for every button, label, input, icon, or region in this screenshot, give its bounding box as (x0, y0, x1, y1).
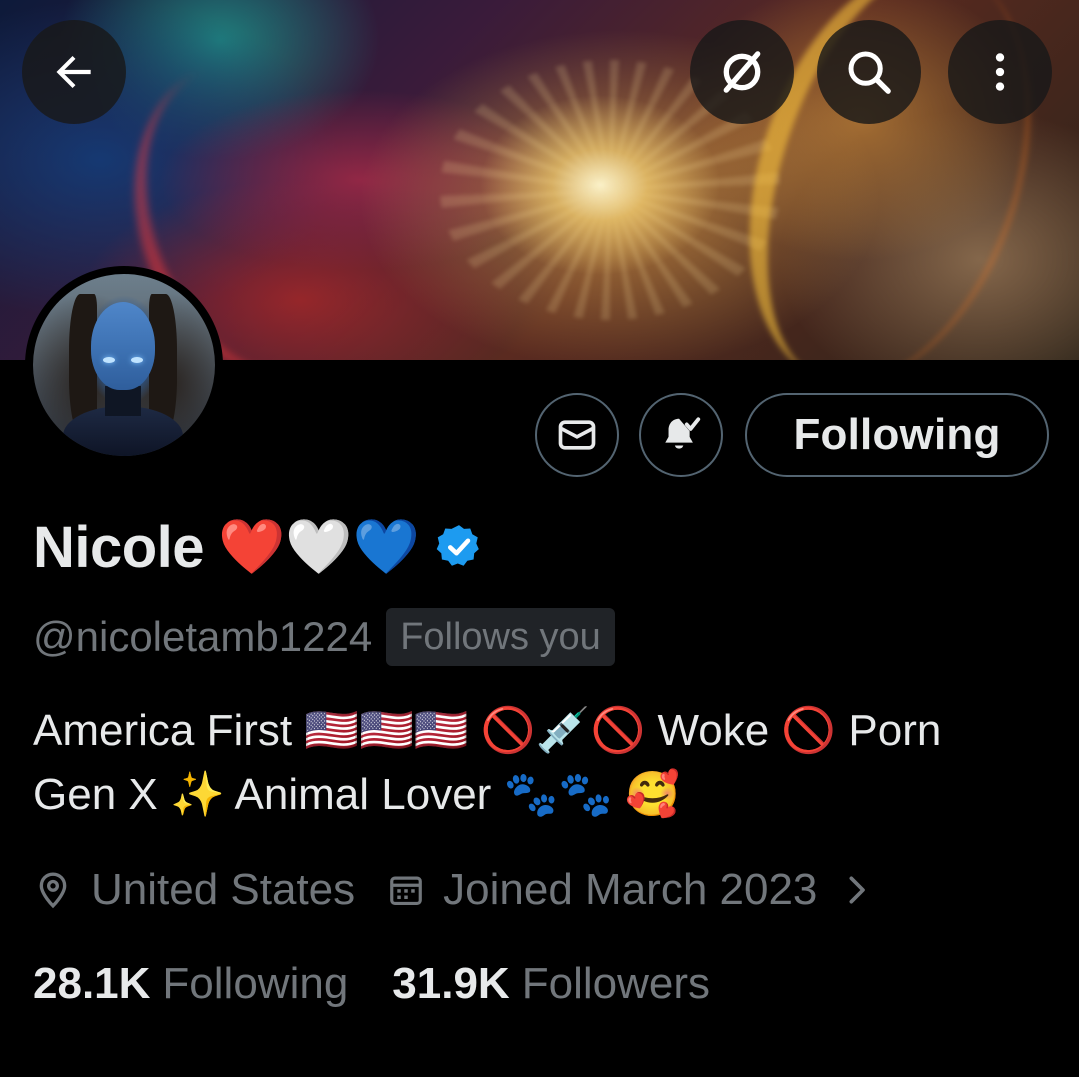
followers-count: 31.9K (392, 959, 510, 1008)
calendar-icon (390, 876, 422, 906)
notifications-button[interactable] (639, 393, 723, 477)
follow-stats: 28.1K Following 31.9K Followers (33, 954, 710, 1014)
following-button[interactable]: Following (745, 393, 1049, 477)
following-stat[interactable]: 28.1K Following (33, 959, 348, 1009)
more-button[interactable] (948, 20, 1052, 124)
profile-meta: United States Joined March 2023 (33, 862, 891, 918)
location-pin-icon (39, 872, 67, 909)
handle-row: @nicoletamb1224 Follows you (33, 608, 615, 666)
bio-line-1: America First 🇺🇸🇺🇸🇺🇸 🚫💉🚫 Woke 🚫 Porn (33, 706, 942, 755)
name-emojis: ❤️🤍💙 (218, 517, 420, 577)
verified-badge-icon[interactable] (434, 522, 484, 572)
following-count: 28.1K (33, 959, 151, 1008)
bell-check-icon (665, 417, 701, 449)
more-vertical-icon (995, 53, 1005, 91)
search-button[interactable] (817, 20, 921, 124)
location-text: United States (91, 865, 356, 914)
profile-avatar[interactable] (25, 266, 223, 464)
message-button[interactable] (535, 393, 619, 477)
followers-label: Followers (521, 959, 710, 1008)
username-handle: @nicoletamb1224 (33, 613, 373, 660)
display-name: Nicole (33, 514, 205, 580)
joined-item[interactable]: Joined March 2023 (387, 865, 891, 915)
back-button[interactable] (22, 20, 126, 124)
slashed-circle-icon (723, 51, 761, 93)
bio-line-2: Gen X ✨ Animal Lover 🐾🐾 🥰 (33, 770, 681, 819)
joined-text: Joined March 2023 (443, 865, 818, 914)
following-label: Following (162, 959, 349, 1008)
arrow-left-icon (56, 55, 91, 89)
grok-button[interactable] (690, 20, 794, 124)
avatar-image (33, 274, 215, 456)
chevron-right-icon (849, 876, 866, 904)
envelope-icon (558, 420, 596, 450)
search-icon (848, 51, 891, 94)
location-item: United States (33, 865, 355, 915)
name-row: Nicole ❤️🤍💙 (33, 510, 484, 584)
followers-stat[interactable]: 31.9K Followers (392, 959, 710, 1009)
follows-you-badge: Follows you (386, 608, 615, 666)
